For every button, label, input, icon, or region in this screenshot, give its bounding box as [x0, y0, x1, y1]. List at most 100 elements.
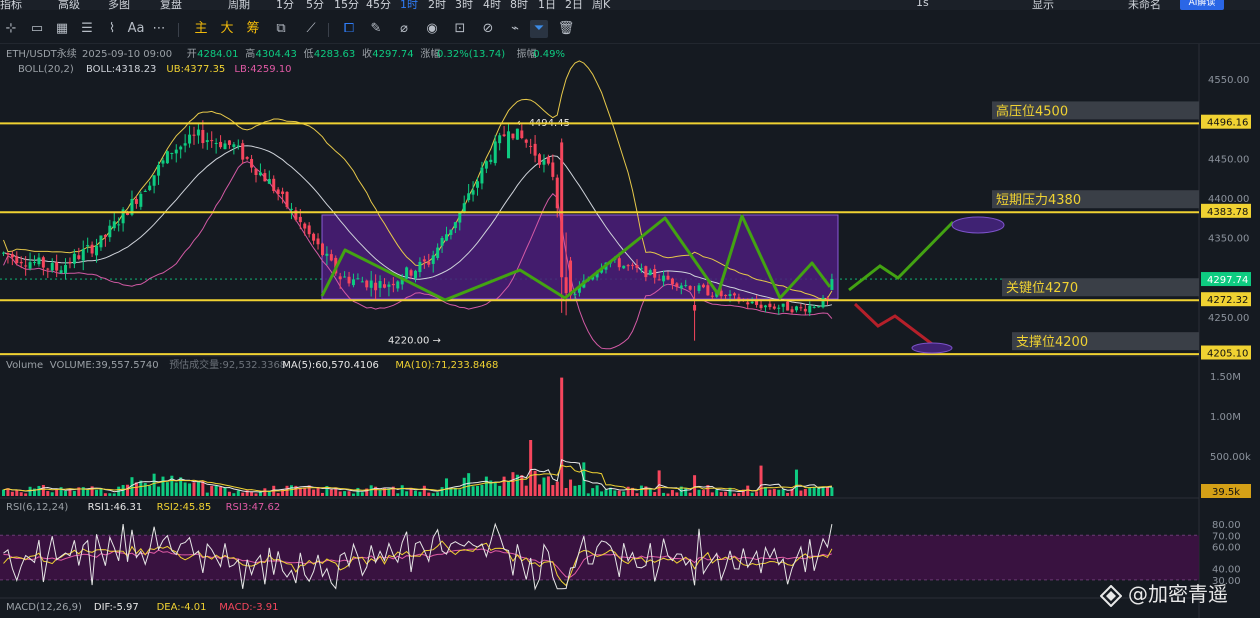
volume-bar: [214, 485, 218, 496]
candle-body: [617, 258, 621, 268]
candle-body: [33, 262, 37, 264]
volume-bar: [777, 489, 781, 496]
multi-chart-menu[interactable]: 多图: [108, 0, 130, 10]
interval-1m[interactable]: 1分: [276, 0, 294, 10]
interval-15m[interactable]: 15分: [334, 0, 359, 10]
volume-bar: [396, 493, 400, 496]
chart-area[interactable]: 4550.004500.004450.004400.004350.004300.…: [0, 44, 1260, 618]
hide-drawings-icon[interactable]: ⊘: [479, 20, 497, 38]
interval-8h[interactable]: 8时: [510, 0, 528, 10]
volume-bar: [803, 488, 807, 496]
interval-3h[interactable]: 3时: [455, 0, 473, 10]
volume-bar: [538, 484, 542, 496]
trash-icon[interactable]: 🗑: [557, 20, 575, 38]
volume-bar: [210, 485, 214, 496]
candle-body: [391, 283, 395, 286]
drawing-toolbar: ⊹ ▭ ▦ ☰ ⌇ Aa ⋯ 主 大 筹 ⧉ ⟋ ⧠ ✎ ⌀ ◉ ⊡ ⊘ ⌁ ⏷…: [0, 16, 1260, 44]
lock-icon[interactable]: ⌀: [395, 20, 413, 38]
interval-2h[interactable]: 2时: [428, 0, 446, 10]
candle-body: [471, 190, 475, 195]
ai-analysis-button[interactable]: AI解读: [1180, 0, 1224, 10]
candle-body: [781, 303, 785, 307]
volume-legend-text: VOLUME:39,557.5740: [50, 360, 159, 371]
volume-bar: [418, 491, 422, 496]
volume-bar: [573, 485, 577, 496]
volume-bar: [356, 487, 360, 496]
candle-body: [679, 285, 683, 289]
interval-45m[interactable]: 45分: [366, 0, 391, 10]
filter-icon[interactable]: ⏷: [530, 20, 548, 38]
measure-icon[interactable]: ⟋: [302, 20, 320, 38]
candle-body: [267, 179, 271, 184]
price-tag-label: 4205.10: [1207, 349, 1248, 360]
interval-5m[interactable]: 5分: [306, 0, 324, 10]
more-tools-icon[interactable]: ⋯: [150, 20, 168, 38]
candle-body: [165, 151, 169, 164]
candle-body: [803, 308, 807, 312]
text-tool-icon[interactable]: Aa: [127, 20, 145, 38]
layout-name-menu[interactable]: 未命名: [1128, 0, 1161, 10]
indicators-menu[interactable]: 指标: [0, 0, 22, 10]
candle-body: [639, 268, 643, 270]
interval-1d[interactable]: 1日: [538, 0, 556, 10]
eye-icon[interactable]: ◉: [423, 20, 441, 38]
interval-1h[interactable]: 1时: [400, 0, 418, 10]
volume-bar: [551, 485, 555, 496]
brush-icon[interactable]: ⌇: [103, 20, 121, 38]
candle-body: [99, 235, 103, 248]
candle-body: [728, 294, 732, 296]
display-menu[interactable]: 显示: [1032, 0, 1054, 10]
magnet-icon[interactable]: ⧠: [340, 20, 358, 38]
volume-bar: [560, 377, 564, 496]
candle-body: [307, 225, 311, 235]
main-chart-button[interactable]: 主: [192, 20, 210, 38]
volume-bar: [427, 492, 431, 496]
top-menu-bar: 指标 高级 多图 复盘 周期 1分 5分 15分 45分 1时 2时 3时 4时…: [0, 0, 1260, 10]
big-order-button[interactable]: 大: [218, 20, 236, 38]
grid-icon[interactable]: ▦: [53, 20, 71, 38]
replay-menu[interactable]: 复盘: [160, 0, 182, 10]
interval-1s[interactable]: 1s: [916, 0, 929, 9]
fib-lines-icon[interactable]: ☰: [78, 20, 96, 38]
candle-body: [68, 261, 72, 264]
volume-bar: [498, 485, 502, 496]
period-menu[interactable]: 周期: [228, 0, 250, 10]
candle-body: [312, 233, 316, 241]
volume-bar: [732, 493, 736, 496]
volume-bar: [28, 486, 32, 496]
advanced-menu[interactable]: 高级: [58, 0, 80, 10]
candle-body: [790, 309, 794, 313]
save-drawing-icon[interactable]: ⊡: [451, 20, 469, 38]
candle-body: [476, 181, 480, 188]
volume-bar: [126, 484, 130, 496]
candle-body: [303, 223, 307, 229]
candle-body: [701, 284, 705, 288]
snapshot-icon[interactable]: ⧉: [272, 20, 290, 38]
crosshair-icon[interactable]: ⊹: [2, 20, 20, 38]
candle-body: [201, 129, 205, 144]
pencil-icon[interactable]: ✎: [367, 20, 385, 38]
volume-bar: [746, 485, 750, 496]
candle-body: [675, 283, 679, 287]
interval-week[interactable]: 周K: [592, 0, 610, 10]
chart-background: [0, 44, 1260, 618]
volume-bar: [81, 487, 85, 496]
volume-legend-text: Volume: [6, 360, 43, 371]
interval-4h[interactable]: 4时: [483, 0, 501, 10]
volume-bar: [569, 479, 573, 496]
volume-bar: [165, 482, 169, 496]
candle-body: [493, 141, 497, 164]
rectangle-icon[interactable]: ▭: [28, 20, 46, 38]
candle-body: [205, 140, 209, 143]
price-tag-label: 4272.32: [1207, 295, 1248, 306]
link-icon[interactable]: ⌁: [506, 20, 524, 38]
candle-body: [440, 238, 444, 246]
volume-bar: [10, 491, 14, 496]
volume-bar: [458, 489, 462, 496]
volume-legend-text: 预估成交量:92,532.3368: [169, 358, 286, 371]
boll-legend-text: UB:4377.35: [166, 64, 225, 75]
chip-distribution-button[interactable]: 筹: [244, 20, 262, 38]
volume-bar: [617, 490, 621, 496]
interval-2d[interactable]: 2日: [565, 0, 583, 10]
candle-body: [648, 270, 652, 276]
